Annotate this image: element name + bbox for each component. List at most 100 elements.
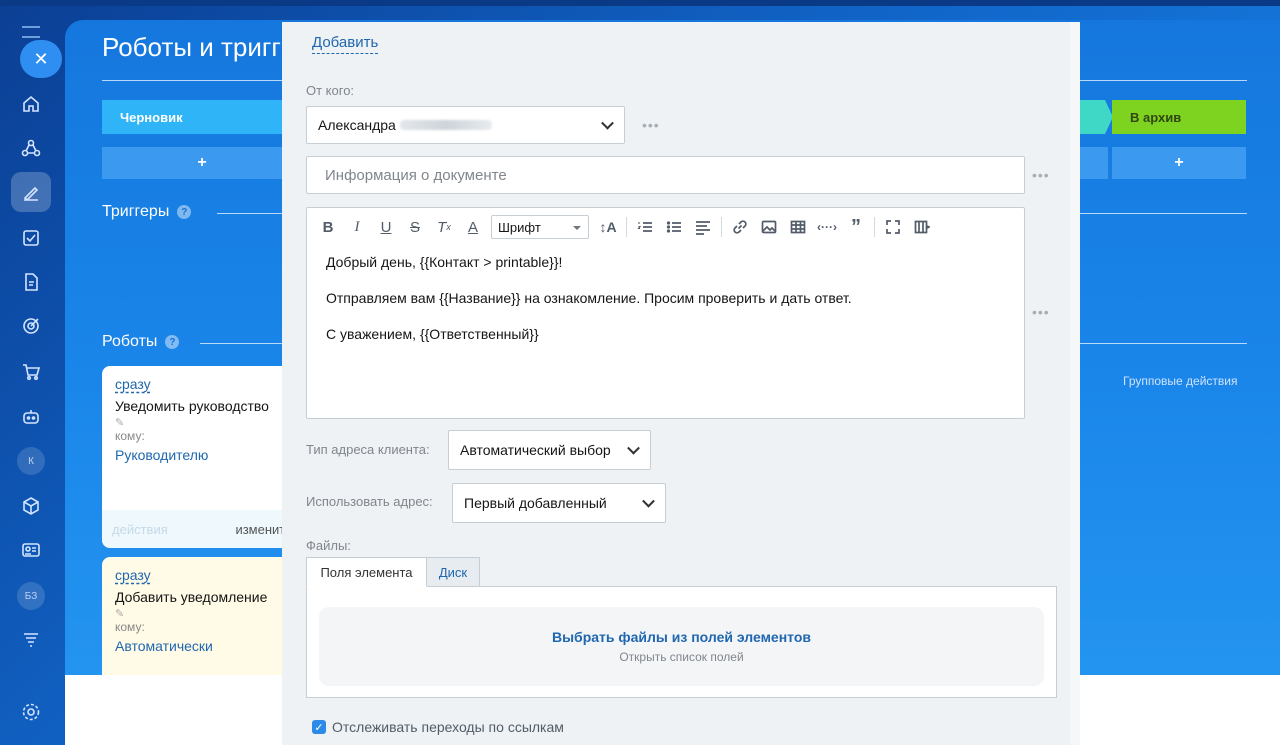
editor-content[interactable]: Добрый день, {{Контакт > printable}}! От…: [326, 253, 852, 361]
cart-icon[interactable]: [11, 352, 51, 392]
help-icon[interactable]: ?: [177, 205, 192, 219]
robot-name: Добавить уведомление: [115, 589, 268, 605]
documents-icon[interactable]: [11, 262, 51, 302]
target-icon[interactable]: [11, 306, 51, 346]
tab-disk[interactable]: Диск: [426, 557, 480, 587]
from-label: От кого:: [306, 83, 355, 98]
chevron-down-icon: [601, 116, 614, 130]
help-icon[interactable]: ?: [165, 335, 180, 349]
use-address-label: Использовать адрес:: [306, 494, 433, 509]
top-strip: [0, 0, 1280, 6]
add-trigger-button-archive[interactable]: +: [1112, 147, 1246, 179]
address-type-label: Тип адреса клиента:: [306, 442, 430, 457]
select-files-link[interactable]: Выбрать файлы из полей элементов: [319, 629, 1044, 645]
left-rail: ✕ К БЗ: [0, 0, 62, 745]
files-dropzone[interactable]: Выбрать файлы из полей элементов Открыть…: [319, 607, 1044, 686]
close-slider-button[interactable]: ✕: [20, 40, 62, 78]
editor-toolbar: B I U S Tx A Шрифт ↕A ‹···› ”: [317, 214, 940, 240]
track-links-label[interactable]: Отслеживать переходы по ссылкам: [332, 719, 564, 735]
robot-actions-link[interactable]: действия: [112, 522, 168, 537]
tasks-icon[interactable]: [11, 218, 51, 258]
fullscreen-icon[interactable]: [882, 216, 904, 238]
stage-archive[interactable]: В архив: [1112, 100, 1246, 134]
sign-icon[interactable]: [11, 172, 51, 212]
crm-icon[interactable]: [11, 128, 51, 168]
robot-to-label: кому:: [115, 429, 145, 443]
numbered-list-icon[interactable]: [634, 216, 656, 238]
align-icon[interactable]: [692, 216, 714, 238]
robot-to-value[interactable]: Автоматически: [115, 638, 289, 654]
chevron-down-icon: [642, 494, 655, 508]
robot-timing-link[interactable]: сразу: [115, 376, 289, 392]
code-icon[interactable]: ‹···›: [816, 216, 838, 238]
menu-icon[interactable]: [22, 26, 40, 38]
pencil-icon[interactable]: ✎: [115, 416, 289, 429]
bullet-list-icon[interactable]: [663, 216, 685, 238]
from-value: Александра: [318, 117, 396, 133]
more-icon[interactable]: •••: [1032, 167, 1050, 183]
image-icon[interactable]: [758, 216, 780, 238]
clear-format-icon[interactable]: Tx: [433, 216, 455, 238]
robot-card[interactable]: сразу Уведомить руководство ✎ кому: Руко…: [102, 366, 302, 548]
robots-title: Роботы: [102, 333, 158, 350]
avatar-bz[interactable]: БЗ: [17, 582, 45, 610]
avatar-k[interactable]: К: [17, 447, 45, 475]
robot-card[interactable]: сразу Добавить уведомление ✎ кому: Автом…: [102, 557, 302, 675]
robot-to-value[interactable]: Руководителю: [115, 447, 289, 463]
toolbar-divider: [626, 217, 627, 237]
font-select[interactable]: Шрифт: [491, 215, 589, 239]
track-links-checkbox[interactable]: ✓: [312, 720, 326, 734]
robots-line-right: [1080, 343, 1247, 344]
use-address-value: Первый добавленный: [464, 495, 607, 511]
text-color-icon[interactable]: A: [462, 216, 484, 238]
stage-draft[interactable]: Черновик: [102, 100, 302, 134]
from-select[interactable]: Александра: [306, 106, 625, 144]
files-label: Файлы:: [306, 538, 351, 553]
triggers-section: Триггеры ?: [102, 203, 192, 221]
add-trigger-button-draft[interactable]: +: [102, 147, 302, 179]
quote-icon[interactable]: ”: [845, 216, 867, 238]
document-info-input[interactable]: Информация о документе: [306, 156, 1025, 194]
robot-icon[interactable]: [11, 396, 51, 436]
open-fields-list[interactable]: Открыть список полей: [319, 650, 1044, 664]
robot-to-label: кому:: [115, 620, 145, 634]
table-icon[interactable]: [787, 216, 809, 238]
font-size-icon[interactable]: ↕A: [597, 216, 619, 238]
pencil-icon[interactable]: ✎: [115, 607, 289, 620]
robots-section: Роботы ?: [102, 333, 180, 351]
robots-line: [200, 343, 282, 344]
robot-settings-dialog: Добавить От кого: Александра ••• Информа…: [282, 22, 1080, 745]
files-panel: Выбрать файлы из полей элементов Открыть…: [306, 586, 1057, 698]
triggers-title: Триггеры: [102, 203, 170, 220]
editor-line: С уважением, {{Ответственный}}: [326, 326, 539, 342]
add-link[interactable]: Добавить: [312, 34, 379, 54]
filter-stack-icon[interactable]: [11, 620, 51, 660]
robot-card-footer: действия изменить: [102, 510, 302, 548]
home-icon[interactable]: [11, 84, 51, 124]
italic-icon[interactable]: I: [346, 216, 368, 238]
use-address-select[interactable]: Первый добавленный: [452, 483, 666, 523]
triggers-line: [217, 213, 282, 214]
address-type-value: Автоматический выбор: [460, 442, 611, 458]
tab-element-fields[interactable]: Поля элемента: [306, 557, 427, 587]
settings-icon[interactable]: [11, 692, 51, 732]
group-actions-link[interactable]: Групповые действия: [1123, 374, 1238, 388]
bold-icon[interactable]: B: [317, 216, 339, 238]
html-mode-icon[interactable]: [911, 216, 933, 238]
more-icon[interactable]: •••: [1032, 304, 1050, 320]
triggers-line-right: [1080, 213, 1247, 214]
message-editor[interactable]: B I U S Tx A Шрифт ↕A ‹···› ” Добрый ден…: [306, 207, 1025, 419]
chevron-down-icon: [627, 441, 640, 455]
robot-timing-link[interactable]: сразу: [115, 567, 289, 583]
email-redacted: [399, 120, 492, 130]
page-title: Роботы и тригг: [102, 32, 281, 62]
box-icon[interactable]: [11, 486, 51, 526]
underline-icon[interactable]: U: [375, 216, 397, 238]
editor-line: Отправляем вам {{Название}} на ознакомле…: [326, 290, 852, 306]
strikethrough-icon[interactable]: S: [404, 216, 426, 238]
contact-card-icon[interactable]: [11, 530, 51, 570]
address-type-select[interactable]: Автоматический выбор: [448, 430, 651, 470]
link-icon[interactable]: [729, 216, 751, 238]
more-icon[interactable]: •••: [642, 117, 660, 133]
toolbar-divider: [874, 217, 875, 237]
